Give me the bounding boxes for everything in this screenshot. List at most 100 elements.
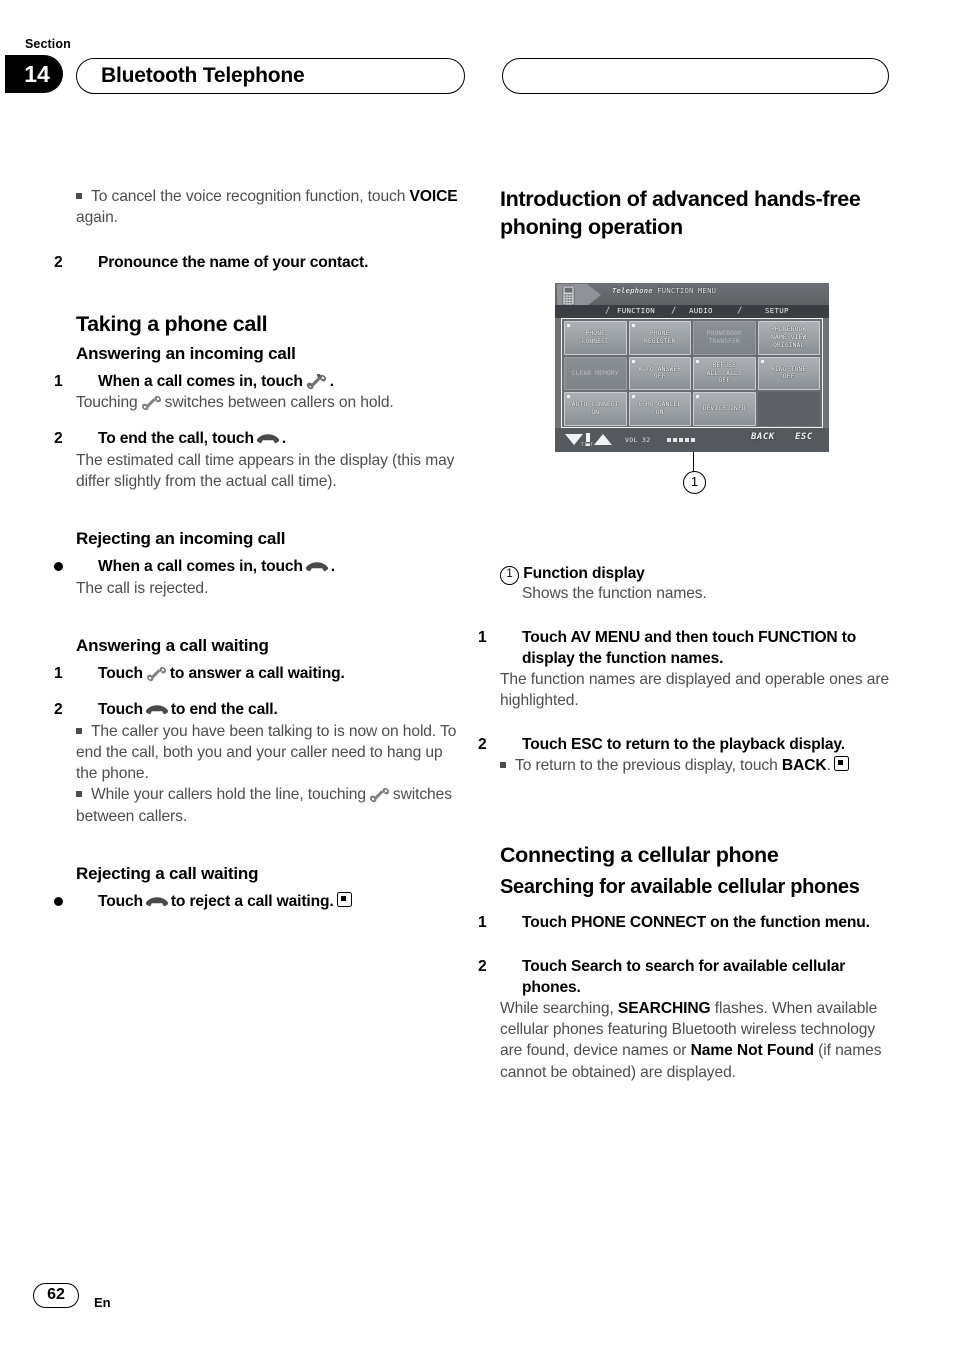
device-title-italic: Telephone <box>612 286 653 295</box>
step-number: 2 <box>478 735 487 753</box>
step-text: Touch Search to search for available cel… <box>522 957 846 996</box>
body-text-1: Touching <box>76 394 138 412</box>
step-text: Pronounce the name of your contact. <box>98 254 369 272</box>
body-bold-searching: SEARCHING <box>617 1000 711 1018</box>
device-button-label: PHONE REGISTER <box>644 330 676 345</box>
phone-hangup-icon <box>145 704 169 716</box>
square-bullet-icon <box>76 727 82 734</box>
step-text: Touch <box>98 701 143 719</box>
bullet-text-2: to reject a call waiting. <box>170 893 334 911</box>
phone-pickup-icon <box>306 373 327 390</box>
device-button-auto-answer[interactable]: AUTO ANSWER OFF <box>628 356 691 391</box>
device-button-device-info[interactable]: DEVICE INFO <box>693 392 756 426</box>
callout-marker-1: 1 <box>683 471 706 494</box>
device-button-label: DEVICE INFO <box>702 405 746 413</box>
heading-rejecting-a-call-waiting: Rejecting a call waiting <box>76 863 259 883</box>
device-screenshot-figure: Telephone FUNCTION MENU / FUNCTION / AUD… <box>555 283 830 494</box>
device-button-phonebook-transfer[interactable]: PHONEBOOK TRANSFER <box>693 321 756 355</box>
left-column: To cancel the voice recognition function… <box>54 186 467 912</box>
note-cancel-voice-bold: VOICE <box>409 188 458 205</box>
device-tab-setup[interactable]: SETUP <box>765 306 789 315</box>
phone-pickup-icon <box>369 787 390 803</box>
device-button-label: REFUSE ALL CALLS OFF <box>706 361 742 385</box>
button-led-icon <box>567 395 570 399</box>
device-button-label: AUTO CONNECT ON <box>571 401 619 417</box>
section-end-mark-icon <box>833 755 849 771</box>
callout-description: Shows the function names. <box>522 584 707 602</box>
callout-function-display: 1 Function display <box>500 565 891 585</box>
callout-number-badge: 1 <box>500 565 519 585</box>
device-button-label: PHONE CONNECT <box>581 330 609 345</box>
heading-rejecting-an-incoming-call: Rejecting an incoming call <box>76 529 286 548</box>
right-column: Introduction of advanced hands-free phon… <box>478 186 891 1083</box>
heading-answering-a-call-waiting: Answering a call waiting <box>76 635 269 655</box>
step-touch-search: 2 Touch Search to search for available ce… <box>478 956 891 998</box>
device-button-auto-connect[interactable]: AUTO CONNECT ON <box>564 392 627 426</box>
device-title-text: Telephone FUNCTION MENU <box>612 286 716 295</box>
note-touch-back: To return to the previous display, touch… <box>500 755 891 776</box>
button-led-icon <box>631 359 635 363</box>
device-function-button-grid: PHONE CONNECT PHONE REGISTER PHONEBOOK TRAN… <box>564 321 820 426</box>
cellphone-emblem-icon <box>557 284 601 306</box>
step-answer-waiting-1: 1 Touch to answer a call waiting. <box>54 663 467 684</box>
body-text-2: switches between callers on hold. <box>164 394 394 412</box>
step-touch-phone-connect: 1 Touch PHONE CONNECT on the function men… <box>478 912 891 933</box>
device-button-echo-cancel[interactable]: ECHO CANCEL ON <box>628 392 691 426</box>
note-text-1: To return to the previous display, touch <box>515 756 782 774</box>
section-end-mark-icon <box>336 892 352 908</box>
device-button-phonebook-name-view[interactable]: PHONEBOOK NAME VIEW ORIGINAL <box>757 321 820 355</box>
note-bold-back: BACK <box>781 756 827 774</box>
button-led-icon <box>567 324 570 327</box>
step-number: 2 <box>478 957 487 975</box>
step-text: To end the call, touch <box>98 430 254 448</box>
device-function-display-frame: PHONE CONNECT PHONE REGISTER PHONEBOOK TRAN… <box>561 318 823 428</box>
bullet-reject-incoming: When a call comes in, touch. <box>76 556 467 577</box>
step-number: 1 <box>54 665 63 683</box>
body-touching-switches: Touching switches between callers on hold… <box>76 392 467 413</box>
device-tab-bar: / FUNCTION / AUDIO / SETUP <box>555 305 829 318</box>
device-bottom-bar: TILT VOL 32 BACK ESC <box>555 428 829 452</box>
bullet-text-1: When a call comes in, touch <box>98 558 303 576</box>
header-right-blank-pill <box>502 58 889 94</box>
square-bullet-icon <box>76 193 82 199</box>
note-text: The caller you have been talking to is n… <box>76 722 457 783</box>
note-while-callers-hold: While your callers hold the line, touchi… <box>76 784 467 826</box>
device-button-refuse-all-calls[interactable]: REFUSE ALL CALLS OFF <box>693 356 756 391</box>
device-button-label: PHONEBOOK NAME VIEW ORIGINAL <box>771 326 807 349</box>
language-code: En <box>94 1295 111 1310</box>
device-tab-function[interactable]: FUNCTION <box>617 306 655 315</box>
section-label: Section <box>25 37 71 51</box>
device-softkey-back[interactable]: BACK <box>751 432 775 442</box>
tilt-label: TILT <box>581 443 594 448</box>
device-button-label: AUTO ANSWER OFF <box>638 365 682 381</box>
button-led-icon <box>760 359 764 363</box>
device-button-empty-slot <box>757 392 820 426</box>
phone-pickup-icon <box>141 395 162 411</box>
button-led-icon <box>631 324 635 327</box>
step-text: Touch AV MENU and then touch FUNCTION to… <box>522 628 857 668</box>
device-button-label: CLEAR MEMORY <box>571 369 619 377</box>
page-title: Bluetooth Telephone <box>101 64 305 87</box>
body-function-names-highlighted: The function names are displayed and ope… <box>500 671 890 710</box>
step-answer-waiting-2: 2 Touch to end the call. <box>54 699 467 720</box>
step-text-2: . <box>281 430 287 448</box>
device-tab-audio[interactable]: AUDIO <box>689 306 713 315</box>
step-text: Touch <box>98 665 143 683</box>
button-led-icon <box>631 395 635 399</box>
note-caller-on-hold: The caller you have been talking to is n… <box>76 721 467 785</box>
device-button-ring-tone[interactable]: RING TONE OFF <box>757 356 820 391</box>
device-button-phone-connect[interactable]: PHONE CONNECT <box>564 321 627 355</box>
body-estimated-call-time: The estimated call time appears in the d… <box>76 451 455 490</box>
step-text-2: to answer a call waiting. <box>169 665 345 683</box>
round-bullet-icon <box>76 891 98 912</box>
step-touch-esc: 2 Touch ESC to return to the playback dis… <box>478 734 891 755</box>
device-button-phone-register[interactable]: PHONE REGISTER <box>628 321 691 355</box>
step-number: 1 <box>478 628 487 646</box>
button-led-icon <box>696 359 699 363</box>
device-button-clear-memory[interactable]: CLEAR MEMORY <box>564 356 627 391</box>
note-cancel-voice: To cancel the voice recognition function… <box>76 186 467 228</box>
device-softkey-esc[interactable]: ESC <box>795 432 813 442</box>
bullet-reject-call-waiting: Touch to reject a call waiting. <box>76 891 467 912</box>
tab-separator-icon: / <box>605 306 611 316</box>
body-while-searching: While searching, SEARCHING flashes. When… <box>500 998 891 1083</box>
